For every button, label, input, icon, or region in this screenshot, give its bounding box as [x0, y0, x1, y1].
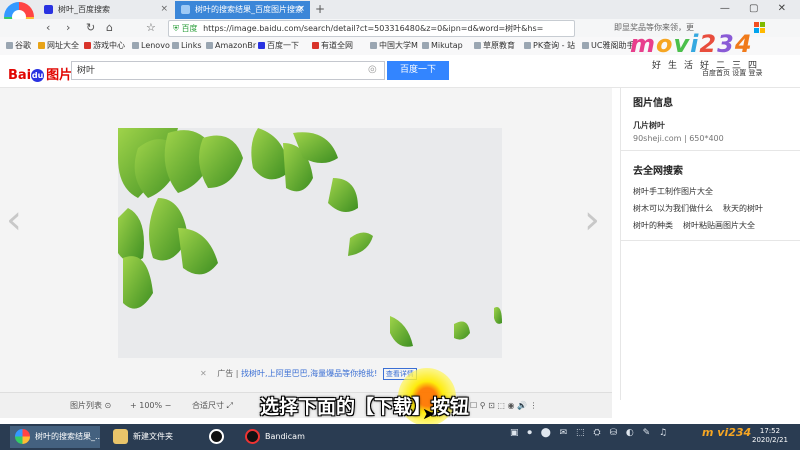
- web-search-title: 去全网搜索: [633, 166, 683, 177]
- panel-divider: [620, 150, 800, 151]
- baidu-paw-icon: du: [31, 69, 45, 82]
- ad-label: 广告: [217, 369, 234, 378]
- ad-link[interactable]: 找树叶,上阿里巴巴,海量爆品等你抢批!: [241, 369, 377, 378]
- close-ad-icon[interactable]: ✕: [200, 369, 207, 378]
- related-search-link[interactable]: 树叶粘贴画图片大全: [683, 220, 755, 231]
- related-search-link[interactable]: 树叶手工制作图片大全: [633, 186, 713, 197]
- forward-icon[interactable]: ›: [66, 19, 70, 37]
- panel-divider: [620, 240, 800, 241]
- bookmark-item[interactable]: Links: [172, 37, 202, 55]
- windows-taskbar: 树叶的搜索结果_... 新建文件夹 Bandicam: [0, 424, 800, 450]
- watermark-slogan: 好生活好二三四: [652, 61, 765, 71]
- related-search-link[interactable]: 秋天的树叶: [723, 203, 763, 214]
- image-list-button[interactable]: 图片列表 ⊙: [70, 393, 111, 418]
- tab-image-search-active[interactable]: 树叶的搜索结果_百度图片搜索 ×: [175, 1, 310, 19]
- close-tab-icon[interactable]: ×: [297, 1, 305, 18]
- address-url[interactable]: https://image.baidu.com/search/detail?ct…: [203, 24, 543, 33]
- toolbar-icons[interactable]: ☐ ⚲ ⊡ ⬚ ◉ 🔊 ⋮: [470, 393, 538, 418]
- bookmark-item[interactable]: 有道全网: [312, 37, 353, 55]
- watermark-small-logo: m vi234: [702, 426, 752, 439]
- tab-label: 树叶_百度搜索: [58, 5, 110, 14]
- bookmark-item[interactable]: AmazonBr: [206, 37, 256, 55]
- bookmark-item[interactable]: 游戏中心: [84, 37, 125, 55]
- refresh-icon[interactable]: ↻: [86, 19, 95, 37]
- bookmark-item[interactable]: UC雅阁助手: [582, 37, 634, 55]
- record-icon: [209, 429, 224, 444]
- bookmark-item[interactable]: Lenovo: [132, 37, 170, 55]
- new-tab-button[interactable]: +: [315, 0, 325, 18]
- tab-baidu-search[interactable]: 树叶_百度搜索 ×: [38, 1, 173, 19]
- close-tab-icon[interactable]: ×: [160, 1, 168, 18]
- watermark-brand-logo: movi234: [630, 30, 753, 58]
- baidu-logo[interactable]: Baidu 图片: [8, 64, 72, 83]
- window-controls[interactable]: — ▢ ✕: [720, 0, 794, 18]
- bookmark-item[interactable]: 网址大全: [38, 37, 79, 55]
- windows-logo-icon: [754, 22, 766, 34]
- taskbar-bandicam-item[interactable]: Bandicam: [240, 426, 310, 448]
- bookmark-item[interactable]: 中国大学M: [370, 37, 418, 55]
- image-meta: 90sheji.com | 650*400: [633, 134, 724, 143]
- bookmark-item[interactable]: PK查询 - 站: [524, 37, 575, 55]
- zoom-control[interactable]: + 100% −: [130, 393, 171, 418]
- back-icon[interactable]: ‹: [46, 19, 50, 37]
- baidu-favicon-icon: [44, 5, 53, 14]
- browser-icon: [15, 429, 30, 444]
- system-tray[interactable]: ▣ ⏺ ⬤ ✉ ⬚ ⛭ ⛁ ◐ ✎ ♫: [510, 428, 670, 438]
- secure-site-icon: ⛨ 百度: [173, 24, 198, 33]
- bookmark-item[interactable]: 百度一下: [258, 37, 299, 55]
- leaf-image[interactable]: [118, 128, 502, 358]
- previous-image-icon[interactable]: ‹: [6, 200, 22, 240]
- search-button[interactable]: 百度一下: [387, 61, 449, 80]
- search-input[interactable]: 树叶: [71, 61, 385, 80]
- tutorial-caption: 选择下面的【下载】按钮: [260, 396, 470, 418]
- image-name: 几片树叶: [633, 121, 665, 130]
- taskbar-record-item[interactable]: [204, 426, 234, 448]
- taskbar-browser-item[interactable]: 树叶的搜索结果_...: [10, 426, 100, 448]
- related-search-link[interactable]: 树叶的种类: [633, 220, 673, 231]
- image-info-title: 图片信息: [633, 98, 673, 109]
- system-clock[interactable]: 17:52 2020/2/21: [752, 427, 788, 445]
- bandicam-icon: [245, 429, 260, 444]
- fit-size-button[interactable]: 合适尺寸 ⤢: [192, 393, 233, 418]
- camera-icon[interactable]: ◎: [368, 64, 377, 75]
- right-info-panel: 图片信息 几片树叶 90sheji.com | 650*400 去全网搜索 树叶…: [620, 88, 800, 400]
- ad-banner: ✕ 广告 | 找树叶,上阿里巴巴,海量爆品等你抢批! 查看详情: [200, 368, 417, 380]
- address-bar[interactable]: ⛨ 百度 https://image.baidu.com/search/deta…: [168, 20, 575, 37]
- bookmark-item[interactable]: 谷歌: [6, 37, 31, 55]
- next-image-icon[interactable]: ›: [584, 200, 600, 240]
- browser-tab-bar: 树叶_百度搜索 × 树叶的搜索结果_百度图片搜索 × + — ▢ ✕: [0, 0, 800, 32]
- related-search-link[interactable]: 树木可以为我们做什么: [633, 203, 713, 214]
- bookmark-star-icon[interactable]: ☆: [146, 19, 156, 37]
- mouse-pointer-icon: ➤: [422, 404, 436, 423]
- bookmark-item[interactable]: Mikutap: [422, 37, 463, 55]
- bookmark-item[interactable]: 草原教育: [474, 37, 515, 55]
- taskbar-folder-item[interactable]: 新建文件夹: [108, 426, 200, 448]
- home-icon[interactable]: ⌂: [106, 19, 113, 37]
- tab-label: 树叶的搜索结果_百度图片搜索: [195, 5, 303, 14]
- folder-icon: [113, 429, 128, 444]
- image-favicon-icon: [181, 5, 190, 14]
